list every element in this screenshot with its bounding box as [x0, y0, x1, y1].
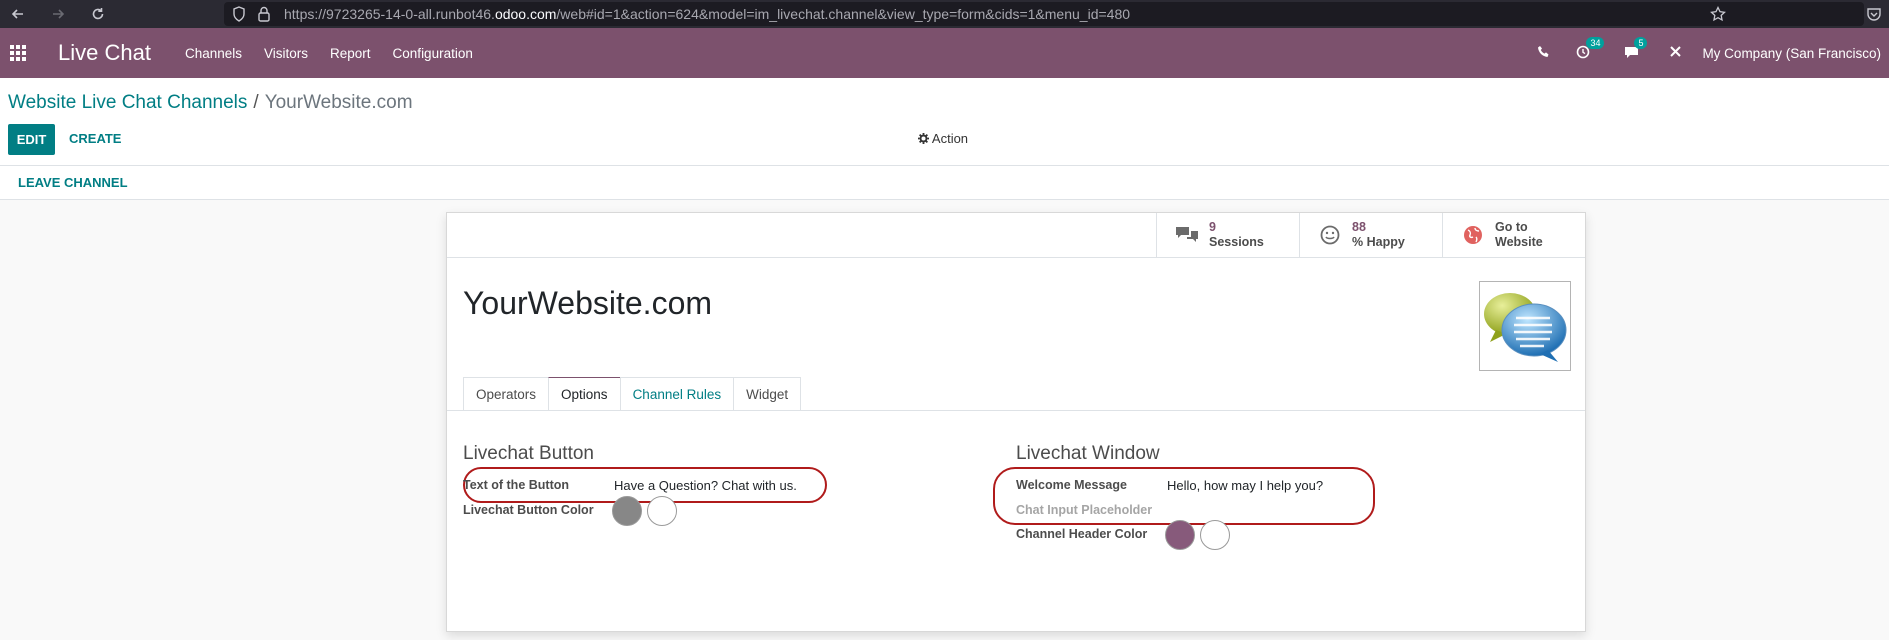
chat-bubbles-icon [1484, 293, 1567, 362]
button-color-label: Livechat Button Color [463, 503, 594, 517]
tab-operators[interactable]: Operators [463, 377, 550, 411]
leave-channel-button[interactable]: LEAVE CHANNEL [18, 175, 128, 190]
channel-name[interactable]: YourWebsite.com [463, 285, 712, 322]
header-color-swatch[interactable] [1165, 520, 1195, 550]
pocket-icon[interactable] [1866, 6, 1882, 27]
message-count-badge: 5 [1634, 36, 1648, 49]
forward-icon[interactable] [46, 2, 70, 26]
address-bar[interactable]: https://9723265-14-0-all.runbot46.odoo.c… [224, 2, 1864, 26]
header-color-label: Channel Header Color [1016, 527, 1148, 541]
phone-icon[interactable] [1537, 45, 1550, 61]
livechat-button-group-title: Livechat Button [463, 443, 594, 464]
tab-widget[interactable]: Widget [733, 377, 802, 411]
url-text: https://9723265-14-0-all.runbot46.odoo.c… [284, 6, 1131, 22]
welcome-message-label: Welcome Message [1016, 478, 1127, 492]
happy-percentage: 88 [1352, 220, 1366, 234]
breadcrumb-separator: / [253, 92, 259, 113]
action-dropdown[interactable]: Action [918, 131, 968, 146]
stat-button-box: 9 Sessions 88% Happy Go to Website [1156, 213, 1585, 257]
debug-tools-icon[interactable] [1669, 45, 1682, 61]
form-statusbar [0, 166, 1889, 199]
shield-icon[interactable] [232, 6, 246, 27]
menu-configuration[interactable]: Configuration [393, 46, 473, 61]
happy-stat-button[interactable]: 88% Happy [1300, 213, 1443, 257]
channel-image[interactable] [1479, 281, 1571, 371]
gear-icon [918, 131, 932, 146]
messages-icon[interactable]: 5 [1624, 36, 1648, 62]
comments-icon [1173, 225, 1201, 245]
create-button[interactable]: CREATE [69, 131, 121, 146]
go-to-website-button[interactable]: Go to Website [1443, 213, 1585, 257]
button-text-color-swatch[interactable] [647, 496, 677, 526]
sessions-label: Sessions [1209, 235, 1264, 249]
button-text-field[interactable]: Have a Question? Chat with us. [614, 478, 797, 493]
tab-channel-rules[interactable]: Channel Rules [619, 377, 735, 411]
bookmark-star-icon[interactable] [1710, 5, 1726, 27]
browser-toolbar: https://9723265-14-0-all.runbot46.odoo.c… [0, 0, 1889, 28]
breadcrumb: Website Live Chat Channels / YourWebsite.c… [8, 92, 413, 114]
livechat-window-group-title: Livechat Window [1016, 443, 1160, 464]
form-sheet: 9 Sessions 88% Happy Go to Website YourWeb… [446, 212, 1586, 632]
reload-icon[interactable] [86, 2, 110, 26]
website-label-line1: Go to [1495, 220, 1528, 234]
main-navbar: Live Chat Channels Visitors Report Confi… [0, 28, 1889, 78]
happy-label: % Happy [1352, 235, 1405, 249]
button-text-label: Text of the Button [463, 478, 569, 492]
smile-icon [1316, 225, 1344, 245]
systray: 34 5 My Company (San Francisco) [1511, 28, 1881, 78]
globe-icon [1459, 225, 1487, 245]
app-title[interactable]: Live Chat [58, 40, 151, 66]
header-text-color-swatch[interactable] [1200, 520, 1230, 550]
divider [447, 410, 1585, 411]
input-placeholder-label: Chat Input Placeholder [1016, 503, 1153, 517]
lock-icon[interactable] [258, 6, 270, 27]
divider [447, 257, 1585, 258]
sessions-count: 9 [1209, 220, 1216, 234]
menu-channels[interactable]: Channels [185, 46, 242, 61]
menu-visitors[interactable]: Visitors [264, 46, 308, 61]
button-color-swatch[interactable] [612, 496, 642, 526]
sessions-stat-button[interactable]: 9 Sessions [1157, 213, 1300, 257]
action-label: Action [931, 131, 969, 146]
breadcrumb-parent[interactable]: Website Live Chat Channels [8, 92, 247, 113]
welcome-message-field[interactable]: Hello, how may I help you? [1167, 478, 1323, 493]
company-switcher[interactable]: My Company (San Francisco) [1702, 46, 1881, 61]
activity-clock-icon[interactable]: 34 [1576, 36, 1605, 62]
activity-count-badge: 34 [1586, 36, 1605, 49]
website-label-line2: Website [1495, 235, 1543, 249]
apps-menu-icon[interactable] [0, 28, 36, 78]
tab-options[interactable]: Options [548, 377, 621, 411]
notebook-tabs: Operators Options Channel Rules Widget [463, 377, 802, 411]
edit-button[interactable]: EDIT [8, 124, 55, 155]
breadcrumb-current: YourWebsite.com [264, 92, 413, 113]
menu-report[interactable]: Report [330, 46, 371, 61]
back-icon[interactable] [6, 2, 30, 26]
